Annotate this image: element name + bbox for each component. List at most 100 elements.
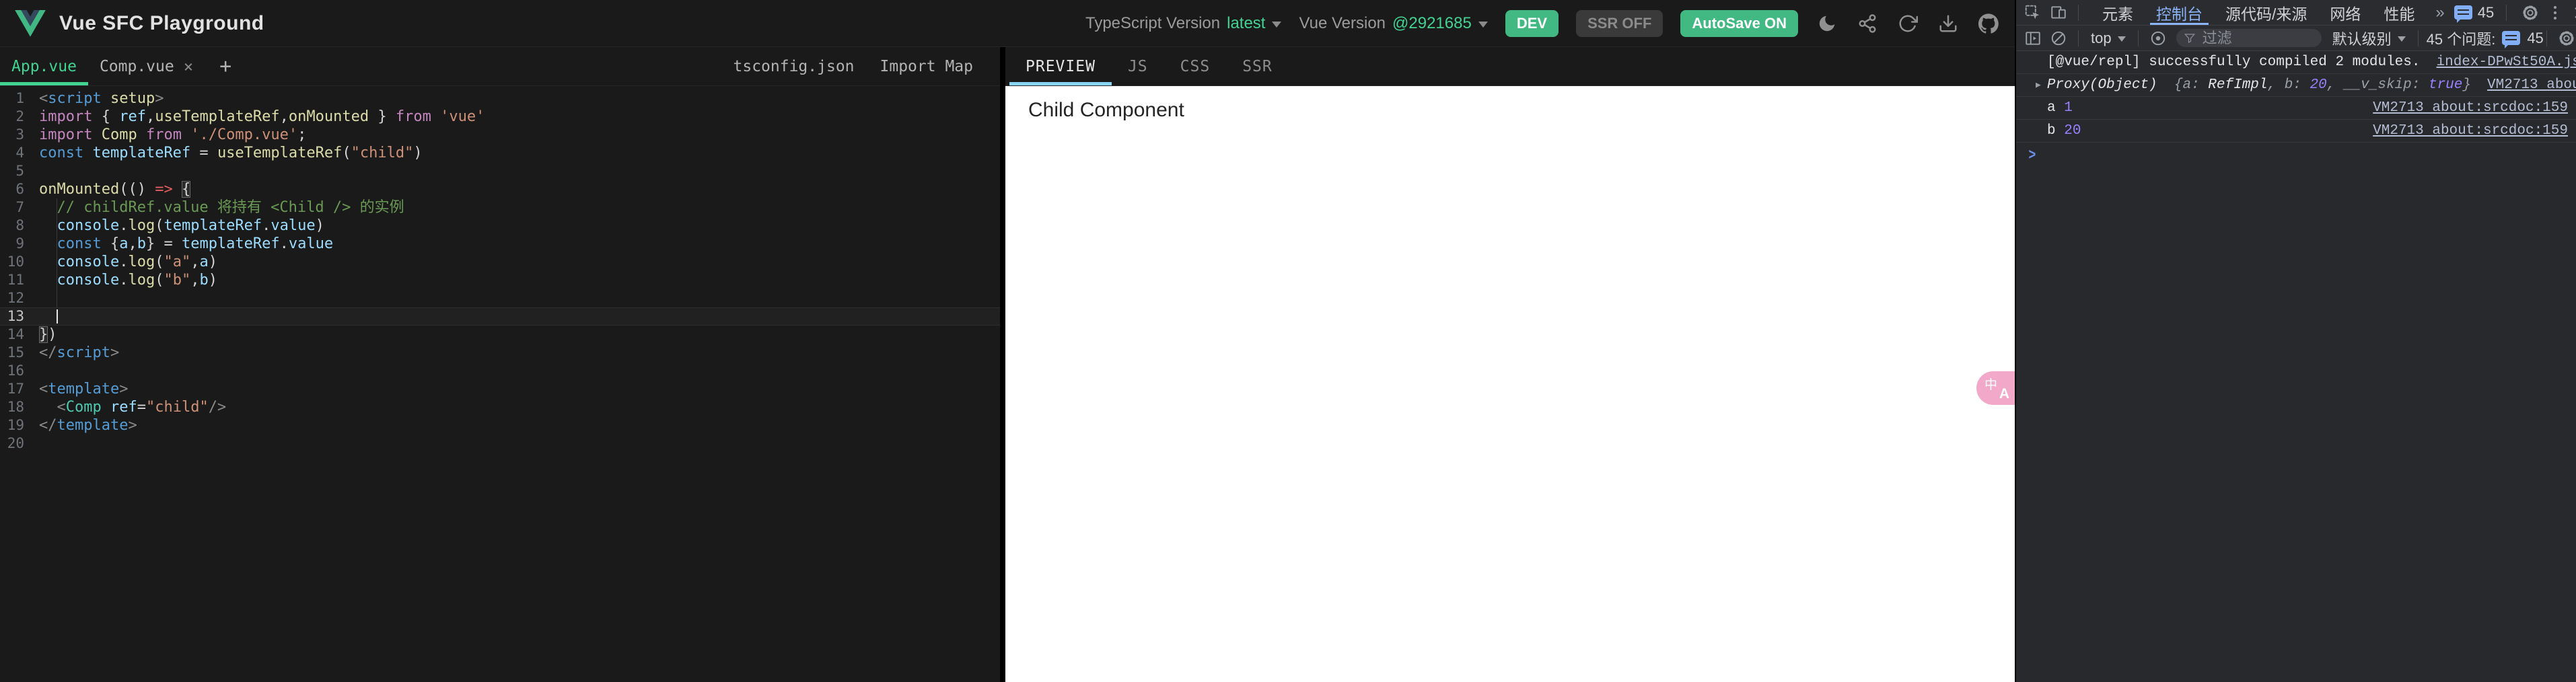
- console-text: {a:: [2157, 77, 2209, 93]
- log-levels-select[interactable]: 默认级别: [2328, 28, 2410, 49]
- devtools-tab-1[interactable]: 控制台: [2145, 0, 2214, 25]
- code-token: script: [57, 344, 110, 361]
- console-issues[interactable]: 45 个问题: 45: [2427, 28, 2544, 49]
- editor-pane: App.vue Comp.vue × + tsconfig.json Import M…: [0, 47, 1000, 682]
- share-button[interactable]: [1856, 12, 1879, 35]
- tabbar-link[interactable]: tsconfig.json: [734, 58, 855, 75]
- code-token: }: [369, 108, 396, 125]
- eye-icon: [2151, 31, 2165, 45]
- code-line: 4 const templateRef = useTemplateRef("chi…: [0, 144, 1000, 162]
- code-line: 8 console.log(templateRef.value): [0, 217, 1000, 235]
- console-output: [@vue/repl] successfully compiled 2 modu…: [2016, 51, 2576, 682]
- execution-context-select[interactable]: top: [2087, 30, 2130, 47]
- code-line: 7 // childRef.value 将持有 <Child /> 的实例: [0, 198, 1000, 217]
- clear-console-button[interactable]: [2047, 27, 2070, 50]
- live-expression-button[interactable]: [2147, 27, 2170, 50]
- console-text: Proxy(Object): [2046, 77, 2157, 93]
- line-tokens: <script setup>: [39, 89, 164, 108]
- devtools-settings-button[interactable]: [2519, 1, 2542, 24]
- device-toolbar-icon: [2051, 5, 2066, 19]
- console-sidebar-button[interactable]: [2022, 27, 2044, 50]
- code-token: Comp: [65, 399, 102, 416]
- more-tabs-button[interactable]: »: [2429, 3, 2451, 22]
- console-filter-input[interactable]: [2201, 28, 2314, 48]
- console-text: RefImpl: [2208, 77, 2268, 93]
- vue-version-select[interactable]: Vue Version @2921685: [1299, 13, 1488, 33]
- code-token: "child": [145, 399, 209, 416]
- file-tab-label: Comp.vue: [99, 57, 174, 75]
- reload-button[interactable]: [1896, 12, 1919, 35]
- vue-version-label: Vue Version: [1299, 13, 1386, 32]
- tabbar-link[interactable]: Import Map: [880, 58, 973, 75]
- split-divider[interactable]: [1000, 47, 1005, 682]
- code-token: =>: [155, 181, 173, 198]
- page-title: Vue SFC Playground: [59, 11, 264, 34]
- inspect-element-button[interactable]: [2022, 1, 2044, 24]
- output-tab-ssr[interactable]: SSR: [1226, 47, 1289, 85]
- devtools-close-button[interactable]: [2569, 1, 2576, 24]
- code-editor[interactable]: 1 <script setup> 2 import { ref,useTemplate…: [0, 86, 1000, 682]
- device-toolbar-button[interactable]: [2047, 1, 2070, 24]
- add-file-button[interactable]: +: [205, 47, 246, 85]
- typescript-version-select[interactable]: TypeScript Version latest: [1085, 14, 1282, 33]
- console-toolbar: top 默认级别 45 个问题: 45: [2016, 26, 2576, 51]
- output-tab-preview[interactable]: PREVIEW: [1009, 47, 1112, 85]
- console-text: 20: [2064, 123, 2081, 139]
- console-settings-button[interactable]: [2555, 27, 2576, 50]
- translate-zh-glyph: 中: [1984, 378, 1998, 392]
- github-icon: [1978, 13, 1999, 34]
- file-tab-comp.vue[interactable]: Comp.vue ×: [88, 47, 205, 85]
- gear-icon: [2523, 5, 2538, 20]
- app-root: Vue SFC Playground TypeScript Version la…: [0, 0, 2576, 682]
- chevron-down-icon: [1272, 21, 1282, 28]
- github-button[interactable]: [1977, 12, 2000, 35]
- code-token: useTemplateRef: [155, 108, 280, 125]
- issues-button[interactable]: 45: [2454, 4, 2494, 23]
- code-line: 1 <script setup>: [0, 89, 1000, 108]
- code-token: </: [39, 344, 57, 361]
- code-token: />: [208, 399, 227, 416]
- theme-toggle-button[interactable]: [1816, 12, 1838, 35]
- chevron-down-icon: [2117, 36, 2126, 42]
- code-token: {: [101, 235, 120, 252]
- code-token: >: [128, 417, 137, 434]
- console-prompt-row[interactable]: >: [2016, 143, 2576, 168]
- line-number: 6: [15, 181, 24, 197]
- devtools-tab-4[interactable]: 性能: [2372, 0, 2426, 25]
- output-tab-css[interactable]: CSS: [1164, 47, 1227, 85]
- source-link[interactable]: index-DPwSt50A.js:663: [2421, 54, 2576, 70]
- file-tab-app.vue[interactable]: App.vue: [0, 47, 88, 85]
- dev-toggle-button[interactable]: DEV: [1505, 9, 1559, 37]
- close-icon[interactable]: ×: [184, 57, 193, 76]
- expand-arrow-icon[interactable]: ▶: [2036, 80, 2041, 90]
- code-token: setup: [101, 90, 155, 107]
- context-label: top: [2091, 29, 2112, 46]
- line-number: 12: [7, 290, 24, 306]
- code-line: 14}): [0, 326, 1000, 344]
- code-token: template: [48, 381, 120, 397]
- autosave-toggle-button[interactable]: AutoSave ON: [1680, 9, 1798, 37]
- code-token: (: [155, 272, 164, 289]
- refresh-icon: [1899, 15, 1918, 32]
- source-link[interactable]: VM2713 about:srcdoc:159: [2357, 123, 2568, 139]
- output-tab-js[interactable]: JS: [1112, 47, 1164, 85]
- code-token: 'vue': [431, 108, 485, 125]
- code-token: import: [39, 108, 93, 125]
- translate-button[interactable]: 中 A: [1976, 371, 2015, 405]
- log-levels-label: 默认级别: [2332, 30, 2392, 48]
- file-tabbar: App.vue Comp.vue × + tsconfig.json Import M…: [0, 47, 1000, 86]
- chevron-down-icon: [2397, 36, 2406, 42]
- source-link[interactable]: VM2713 about:srcdoc:159: [2357, 100, 2568, 116]
- code-token: ;: [297, 126, 307, 143]
- download-button[interactable]: [1937, 12, 1960, 35]
- devtools-tab-2[interactable]: 源代码/来源: [2214, 0, 2318, 25]
- devtools-menu-button[interactable]: [2548, 5, 2562, 20]
- devtools-tab-3[interactable]: 网络: [2318, 0, 2372, 25]
- source-link[interactable]: VM2713 about:srcdoc:159: [2471, 77, 2576, 93]
- ssr-toggle-button[interactable]: SSR OFF: [1576, 9, 1663, 37]
- devtools-tab-0[interactable]: 元素: [2091, 0, 2145, 25]
- code-token: </: [39, 417, 57, 434]
- vue-logo-icon: [15, 9, 46, 37]
- toolbar-separator: [2546, 30, 2547, 46]
